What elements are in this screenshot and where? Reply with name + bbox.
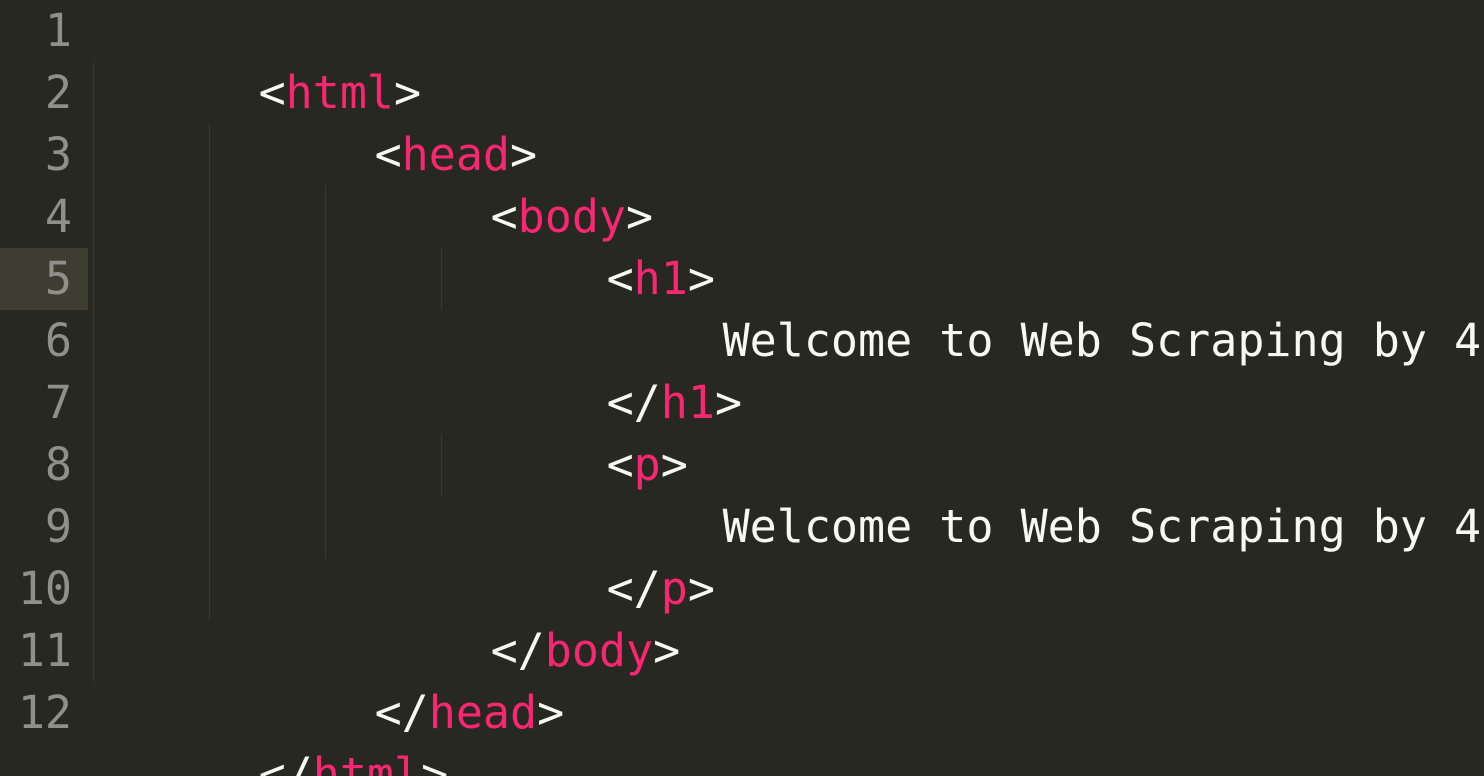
tag-open-bracket: </ xyxy=(258,748,313,776)
code-line[interactable]: <body> xyxy=(328,124,654,243)
code-line[interactable]: </body> xyxy=(328,558,681,677)
line-number: 11 xyxy=(17,624,72,677)
line-number: 7 xyxy=(44,376,72,429)
line-number-current: 5 xyxy=(44,252,72,305)
tag-close-bracket: > xyxy=(537,686,565,739)
line-number: 6 xyxy=(44,314,72,367)
text-content: Welcome to Web Scraping by 42 xyxy=(722,500,1484,553)
code-editor[interactable]: 1 2 3 4 5 6 7 8 9 10 11 12 <html> <head>… xyxy=(0,0,1484,776)
tag-close-bracket: > xyxy=(687,562,715,615)
indent-guide xyxy=(93,62,94,682)
line-number: 10 xyxy=(17,562,72,615)
tag-close-bracket: > xyxy=(421,748,449,776)
line-number: 12 xyxy=(17,686,72,739)
line-number: 8 xyxy=(44,438,72,491)
line-number: 4 xyxy=(44,190,72,243)
code-area[interactable]: <html> <head> <body> <h1> Welcome to Web… xyxy=(96,0,1484,776)
code-line[interactable]: <h1> xyxy=(444,186,715,305)
code-line[interactable]: Welcome to Web Scraping by 42 xyxy=(560,434,1484,553)
code-line[interactable]: <head> xyxy=(212,62,538,181)
code-line[interactable]: <html> xyxy=(96,0,422,119)
code-line[interactable]: </h1> xyxy=(444,310,742,429)
code-line[interactable]: </p> xyxy=(444,496,715,615)
tag-close-bracket: > xyxy=(714,376,743,429)
line-number-gutter: 1 2 3 4 5 6 7 8 9 10 11 12 xyxy=(0,0,90,776)
line-number: 1 xyxy=(44,4,72,57)
line-number: 3 xyxy=(44,128,72,181)
code-line[interactable]: </html> xyxy=(96,682,449,776)
code-line-current[interactable]: Welcome to Web Scraping by 42 xyxy=(560,248,1484,367)
line-number: 9 xyxy=(44,500,72,553)
code-line[interactable]: <p> xyxy=(444,372,688,491)
code-line[interactable]: </head> xyxy=(212,620,565,739)
text-content: Welcome to Web Scraping by 42 xyxy=(722,314,1484,367)
line-number: 2 xyxy=(44,66,72,119)
tag-name: html xyxy=(312,748,422,776)
tag-close-bracket: > xyxy=(653,624,681,677)
